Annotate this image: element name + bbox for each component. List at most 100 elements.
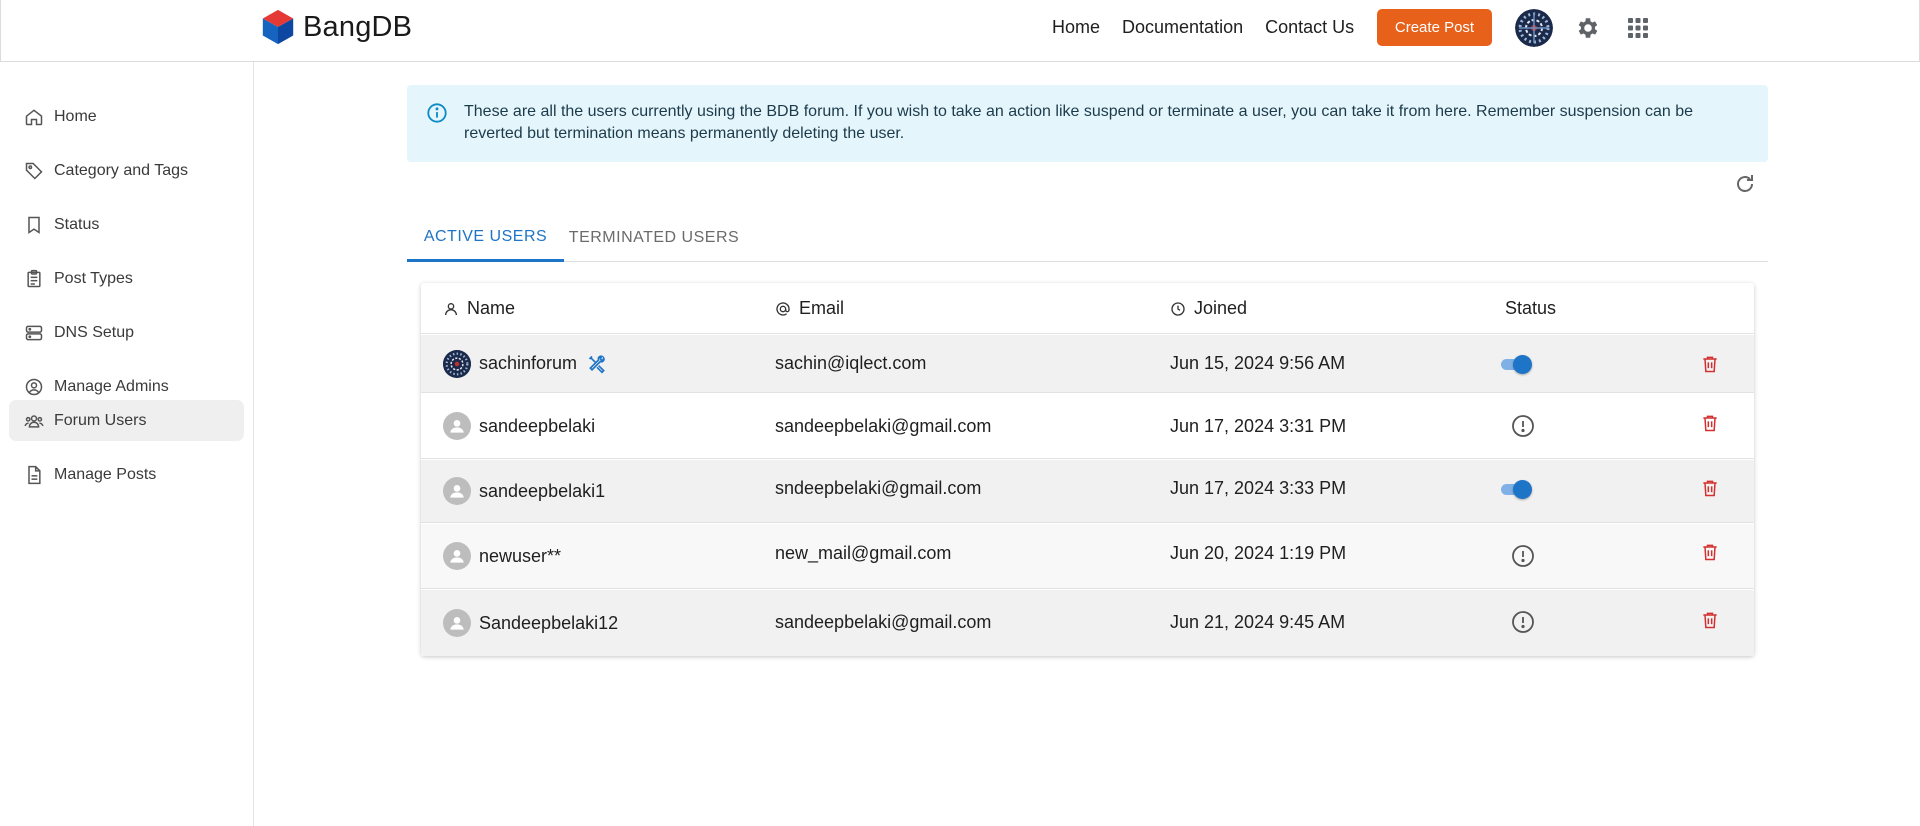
info-icon	[427, 103, 447, 123]
clipboard-icon	[23, 268, 45, 290]
users-table: Name Email Joined Status sachinforum sac…	[421, 283, 1754, 656]
user-name-cell: sandeepbelaki1	[443, 460, 605, 522]
trash-icon	[1703, 480, 1717, 497]
sidebar-item-label: Status	[54, 215, 100, 233]
trash-icon	[1703, 544, 1717, 561]
column-header-joined[interactable]: Joined	[1170, 283, 1247, 334]
info-alert: These are all the users currently using …	[407, 85, 1768, 162]
sidebar-item-label: Manage Posts	[54, 465, 157, 483]
alert-message: These are all the users currently using …	[464, 103, 1694, 142]
settings-gear-icon[interactable]	[1575, 15, 1601, 41]
user-name: sandeepbelaki	[479, 415, 596, 436]
brand-logo[interactable]: BangDB	[259, 8, 412, 46]
nav-home-link[interactable]: Home	[1052, 17, 1100, 38]
sidebar-item-status[interactable]: Status	[9, 204, 244, 245]
at-sign-icon	[776, 301, 790, 316]
alert-circle-icon	[1512, 611, 1534, 633]
bookmark-icon	[23, 214, 45, 236]
sidebar-item-label: DNS Setup	[54, 323, 135, 341]
user-tabs: ACTIVE USERS TERMINATED USERS	[407, 214, 1768, 262]
nav-documentation-link[interactable]: Documentation	[1122, 17, 1243, 38]
admin-tools-icon	[588, 354, 605, 374]
suspended-status-button[interactable]	[1511, 394, 1535, 458]
sidebar-item-label: Forum Users	[54, 411, 147, 429]
user-email: sandeepbelaki@gmail.com	[775, 612, 992, 632]
sidebar-item-label: Category and Tags	[54, 161, 189, 179]
top-header: BangDB Home Documentation Contact Us Cre…	[0, 0, 1920, 62]
delete-button[interactable]	[1700, 590, 1720, 656]
default-avatar-icon	[443, 542, 471, 570]
column-status-label: Status	[1505, 298, 1557, 318]
column-header-name[interactable]: Name	[443, 283, 515, 334]
delete-button[interactable]	[1700, 524, 1720, 588]
table-row: sandeepbelaki sandeepbelaki@gmail.com Ju…	[421, 394, 1754, 459]
status-toggle[interactable]	[1499, 460, 1533, 522]
tab-active-users[interactable]: ACTIVE USERS	[407, 214, 564, 262]
user-email: sachin@iqlect.com	[775, 353, 927, 373]
sidebar: Home Category and Tags Status Post Types…	[0, 62, 254, 826]
trash-icon	[1703, 612, 1717, 629]
table-row: sachinforum sachin@iqlect.com Jun 15, 20…	[421, 335, 1754, 393]
user-name-cell: Sandeepbelaki12	[443, 590, 618, 656]
user-joined: Jun 15, 2024 9:56 AM	[1170, 353, 1346, 373]
user-name: sachinforum	[479, 353, 578, 373]
user-email: new_mail@gmail.com	[775, 543, 952, 563]
user-circle-icon	[23, 376, 45, 398]
status-toggle[interactable]	[1499, 335, 1533, 392]
user-avatar	[443, 349, 471, 378]
apps-grid-icon[interactable]	[1626, 16, 1650, 40]
sidebar-item-post-types[interactable]: Post Types	[9, 258, 244, 299]
clock-icon	[1171, 301, 1185, 316]
table-row: Sandeepbelaki12 sandeepbelaki@gmail.com …	[421, 590, 1754, 656]
trash-icon	[1703, 415, 1717, 432]
sidebar-item-label: Post Types	[54, 269, 133, 287]
table-header: Name Email Joined Status	[421, 283, 1754, 334]
default-avatar-icon	[443, 609, 471, 637]
server-icon	[23, 322, 45, 344]
toggle-switch[interactable]	[1499, 354, 1533, 374]
user-name: Sandeepbelaki12	[479, 612, 619, 633]
brand-name: BangDB	[303, 10, 413, 43]
avatar-image-icon	[443, 349, 471, 378]
trash-icon	[1703, 356, 1717, 372]
user-joined: Jun 17, 2024 3:33 PM	[1170, 478, 1347, 498]
user-name-cell: newuser**	[443, 524, 561, 588]
users-icon	[23, 410, 45, 432]
file-icon	[23, 464, 45, 486]
user-joined: Jun 17, 2024 3:31 PM	[1170, 415, 1347, 436]
user-name: sandeepbelaki1	[479, 480, 606, 501]
table-row: sandeepbelaki1 sndeepbelaki@gmail.com Ju…	[421, 460, 1754, 523]
tab-terminated-users[interactable]: TERMINATED USERS	[564, 214, 744, 262]
delete-button[interactable]	[1700, 394, 1720, 458]
bangdb-logo-icon	[262, 9, 294, 45]
refresh-icon[interactable]	[1733, 172, 1757, 196]
sidebar-item-manage-posts[interactable]: Manage Posts	[9, 454, 244, 495]
default-avatar-icon	[443, 412, 471, 440]
user-joined: Jun 21, 2024 9:45 AM	[1170, 612, 1346, 632]
column-header-status[interactable]: Status	[1505, 283, 1556, 334]
alert-circle-icon	[1512, 545, 1534, 567]
suspended-status-button[interactable]	[1511, 590, 1535, 656]
person-icon	[445, 302, 457, 315]
suspended-status-button[interactable]	[1511, 524, 1535, 588]
delete-button[interactable]	[1700, 460, 1720, 522]
delete-button[interactable]	[1700, 335, 1720, 392]
home-icon	[23, 106, 45, 128]
sidebar-item-forum-users[interactable]: Forum Users	[9, 400, 244, 441]
user-email: sandeepbelaki@gmail.com	[775, 415, 992, 436]
column-name-label: Name	[467, 298, 516, 318]
column-joined-label: Joined	[1194, 298, 1248, 318]
alert-circle-icon	[1512, 415, 1534, 437]
user-avatar[interactable]	[1515, 9, 1553, 47]
sidebar-item-dns-setup[interactable]: DNS Setup	[9, 312, 244, 353]
user-joined: Jun 20, 2024 1:19 PM	[1170, 543, 1347, 563]
sidebar-item-home[interactable]: Home	[9, 96, 244, 137]
sidebar-item-category-and-tags[interactable]: Category and Tags	[9, 150, 244, 191]
nav-contact-link[interactable]: Contact Us	[1265, 17, 1354, 38]
create-post-button[interactable]: Create Post	[1377, 9, 1492, 46]
column-header-email[interactable]: Email	[775, 283, 844, 334]
column-email-label: Email	[799, 298, 845, 318]
user-name-cell: sandeepbelaki	[443, 394, 595, 458]
top-nav: Home Documentation Contact Us	[1052, 17, 1376, 38]
toggle-switch[interactable]	[1499, 479, 1533, 499]
